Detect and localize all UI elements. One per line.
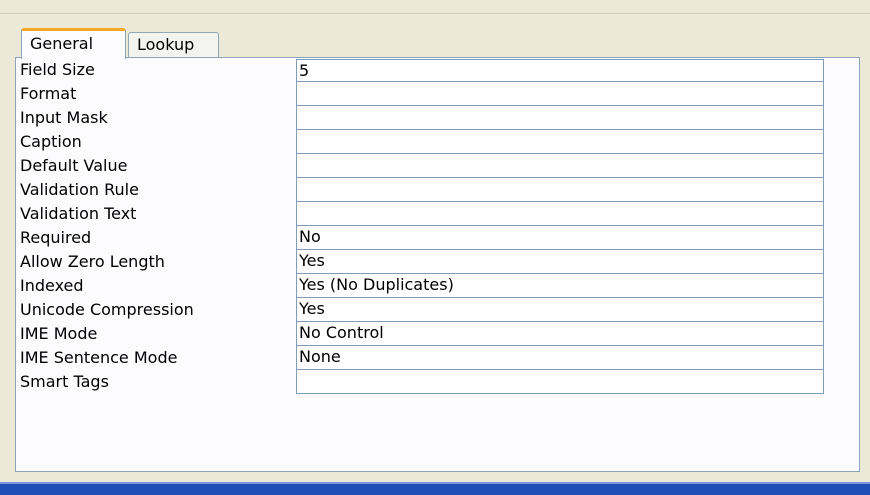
property-label: Required [20,228,92,247]
caption-input[interactable] [296,130,824,154]
unicode-compression-input[interactable]: Yes [296,298,824,322]
smart-tags-input[interactable] [296,370,824,394]
property-label: Unicode Compression [20,300,194,319]
property-label: Default Value [20,156,128,175]
ime-mode-input[interactable]: No Control [296,322,824,346]
property-label: Smart Tags [20,372,109,391]
validation-text-input[interactable] [296,202,824,226]
taskbar [0,484,870,495]
property-label: Format [20,84,77,103]
property-label: IME Sentence Mode [20,348,178,367]
property-label: Field Size [20,60,95,79]
window-top-strip [0,0,870,14]
general-properties-panel: Field Size 5 Format Input Mask Caption D… [15,57,860,472]
property-label: Validation Rule [20,180,139,199]
tab-general-label: General [30,34,94,53]
property-label: Indexed [20,276,84,295]
format-input[interactable] [296,82,824,106]
required-input[interactable]: No [296,226,824,250]
property-label: IME Mode [20,324,98,343]
property-label: Input Mask [20,108,108,127]
validation-rule-input[interactable] [296,178,824,202]
tab-lookup-label: Lookup [137,35,195,54]
indexed-input[interactable]: Yes (No Duplicates) [296,274,824,298]
tab-general[interactable]: General [21,28,126,59]
property-label: Caption [20,132,82,151]
property-label: Validation Text [20,204,137,223]
allow-zero-length-input[interactable]: Yes [296,250,824,274]
property-label: Allow Zero Length [20,252,165,271]
field-properties-pane: General Lookup Field Size 5 Format Input… [15,28,860,472]
tab-lookup[interactable]: Lookup [128,32,219,57]
input-mask-input[interactable] [296,106,824,130]
default-value-input[interactable] [296,154,824,178]
ime-sentence-mode-input[interactable]: None [296,346,824,370]
field-size-input[interactable]: 5 [296,59,824,82]
